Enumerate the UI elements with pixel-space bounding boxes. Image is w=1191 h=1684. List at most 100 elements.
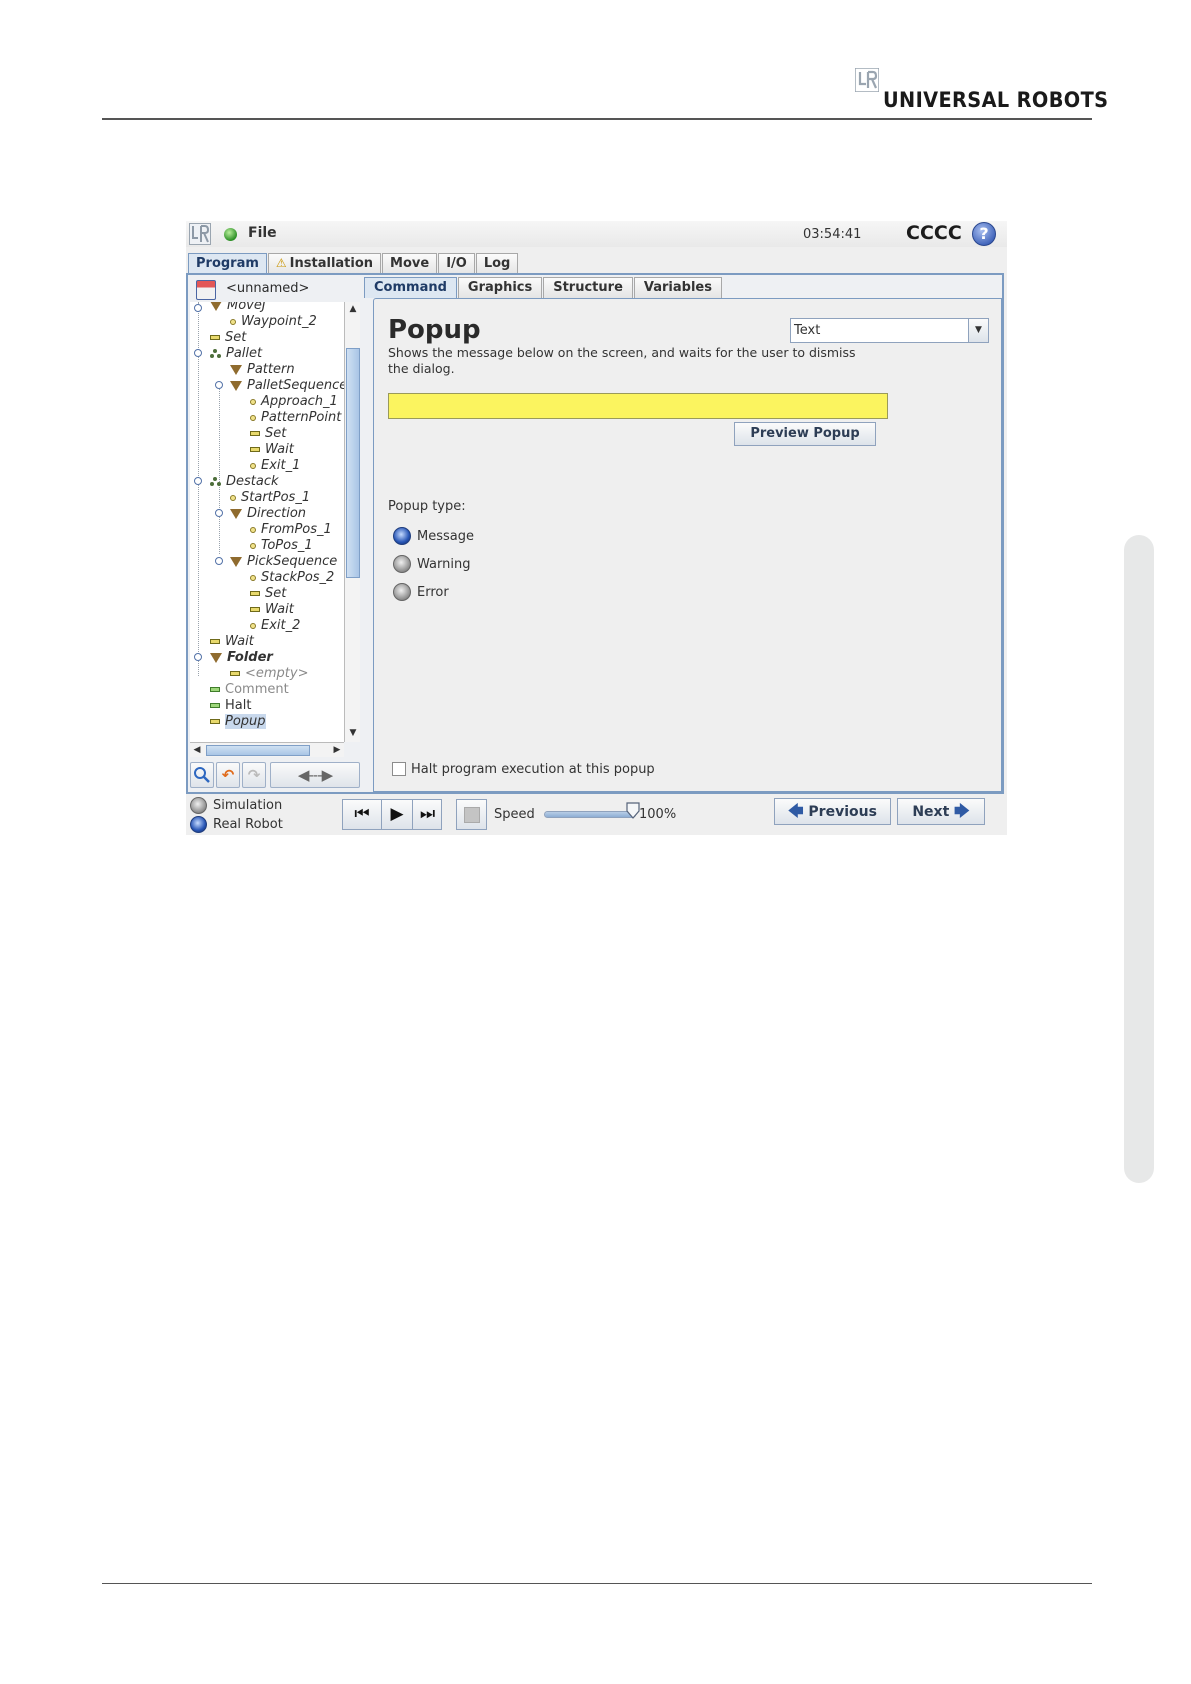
sequence-icon	[230, 556, 242, 567]
tab-structure[interactable]: Structure	[543, 277, 633, 298]
scroll-right-icon[interactable]: ▶	[330, 743, 344, 758]
tree-node[interactable]: ToPos_1	[250, 538, 313, 554]
tree-node[interactable]: Wait	[250, 442, 294, 458]
expand-toggle-icon[interactable]	[215, 509, 223, 517]
tab-graphics[interactable]: Graphics	[457, 277, 543, 298]
tree-node[interactable]: PalletSequence	[230, 378, 344, 394]
tree-node[interactable]: Halt	[210, 698, 251, 714]
expand-toggle-icon[interactable]	[194, 304, 202, 312]
tab-command[interactable]: Command	[364, 277, 457, 298]
next-button[interactable]: Next 🡆	[897, 798, 985, 825]
scroll-left-icon[interactable]: ◀	[190, 743, 204, 758]
clock: 03:54:41	[803, 227, 862, 242]
tab-program[interactable]: Program	[188, 253, 267, 273]
halt-checkbox[interactable]	[392, 762, 406, 776]
tab-io[interactable]: I/O	[438, 253, 475, 273]
tree-node[interactable]: Destack	[210, 474, 279, 490]
tree-node[interactable]: Pallet	[210, 346, 262, 362]
expand-toggle-icon[interactable]	[215, 381, 223, 389]
tree-node[interactable]: Approach_1	[250, 394, 338, 410]
tree-node-selected[interactable]: Popup	[210, 714, 266, 730]
undo-icon: ↶	[221, 766, 235, 784]
tab-variables[interactable]: Variables	[633, 277, 722, 298]
save-icon[interactable]	[196, 280, 216, 300]
tree-node-label: Halt	[225, 698, 252, 713]
tree-node[interactable]: Set	[250, 426, 286, 442]
tree-node[interactable]: Wait	[210, 634, 254, 650]
message-type-select[interactable]: Text ▼	[790, 318, 989, 343]
tree-node[interactable]: <empty>	[230, 666, 309, 682]
popup-message-input[interactable]	[388, 393, 888, 419]
scroll-down-icon[interactable]: ▼	[345, 726, 361, 740]
radio-unselected-icon[interactable]	[393, 583, 411, 601]
step-button[interactable]: ⏭	[412, 800, 442, 829]
rewind-button[interactable]: ⏮	[343, 800, 381, 829]
preview-popup-button[interactable]: Preview Popup	[734, 422, 876, 446]
radio-selected-icon[interactable]	[190, 816, 207, 833]
tree-node[interactable]: FromPos_1	[250, 522, 332, 538]
expand-toggle-icon[interactable]	[194, 349, 202, 357]
tree-node[interactable]: Pattern	[230, 362, 295, 378]
popup-type-message[interactable]: Message	[393, 526, 474, 546]
undo-button[interactable]: ↶	[216, 762, 240, 788]
tree-node[interactable]: Waypoint_2	[230, 314, 317, 330]
tree-node[interactable]: PatternPoint	[250, 410, 341, 426]
tree-node[interactable]: StackPos_2	[250, 570, 334, 586]
halt-on-popup-option[interactable]: Halt program execution at this popup	[392, 760, 655, 778]
redo-button[interactable]: ↷	[242, 762, 266, 788]
tree-node[interactable]: Exit_1	[250, 458, 300, 474]
pallet-icon	[210, 349, 221, 358]
tree-node[interactable]: Set	[250, 586, 286, 602]
mode-simulation[interactable]: Simulation	[190, 796, 282, 815]
speed-slider-handle-icon[interactable]	[626, 802, 640, 819]
expand-toggle-icon[interactable]	[194, 653, 202, 661]
previous-button[interactable]: 🡄 Previous	[774, 798, 891, 825]
expand-toggle-icon[interactable]	[215, 557, 223, 565]
tab-move[interactable]: Move	[382, 253, 438, 273]
tree-node[interactable]: StartPos_1	[230, 490, 310, 506]
speed-slider[interactable]	[544, 811, 636, 818]
radio-unselected-icon[interactable]	[190, 797, 207, 814]
tree-horizontal-scrollbar[interactable]: ◀ ▶	[190, 742, 344, 757]
tree-node[interactable]: Set	[210, 330, 246, 346]
popup-type-warning[interactable]: Warning	[393, 554, 470, 574]
page-side-tab	[1124, 535, 1154, 1183]
program-name: <unnamed>	[226, 281, 310, 296]
popup-type-error-label: Error	[417, 584, 449, 600]
file-menu[interactable]: File	[248, 225, 277, 241]
tree-node[interactable]: Exit_2	[250, 618, 300, 634]
tree-node[interactable]: MoveJ	[210, 302, 266, 314]
mode-real-robot-label: Real Robot	[213, 817, 283, 832]
move-node-button[interactable]: ◀---▶	[270, 762, 360, 788]
radio-unselected-icon[interactable]	[393, 555, 411, 573]
scrollbar-thumb[interactable]	[346, 348, 360, 578]
popup-type-label: Popup type:	[388, 499, 466, 514]
main-tab-bar: Program ⚠ Installation Move I/O Log	[188, 253, 519, 273]
mode-real-robot[interactable]: Real Robot	[190, 815, 283, 834]
tree-guide	[198, 302, 199, 676]
play-button[interactable]: ▶	[381, 800, 412, 829]
popup-type-error[interactable]: Error	[393, 582, 449, 602]
program-tree[interactable]: MoveJ Waypoint_2 Set Pallet Pattern Pall…	[190, 302, 344, 742]
stop-button[interactable]	[456, 799, 487, 830]
tree-node[interactable]: Comment	[210, 682, 289, 698]
tree-node[interactable]: Folder	[210, 650, 273, 666]
scrollbar-thumb[interactable]	[206, 745, 310, 756]
tree-node[interactable]: PickSequence	[230, 554, 337, 570]
waypoint-icon	[250, 542, 256, 549]
tab-move-label: Move	[390, 256, 430, 271]
chevron-down-icon[interactable]: ▼	[968, 319, 988, 342]
search-button[interactable]	[190, 762, 214, 788]
tree-vertical-scrollbar[interactable]: ▲ ▼	[344, 302, 360, 742]
scroll-up-icon[interactable]: ▲	[345, 302, 361, 316]
radio-selected-icon[interactable]	[393, 527, 411, 545]
tree-node[interactable]: Wait	[250, 602, 294, 618]
tree-node-label: FromPos_1	[261, 522, 332, 537]
help-icon[interactable]: ?	[972, 222, 996, 246]
node-tab-bar: Command Graphics Structure Variables	[364, 277, 722, 298]
expand-toggle-icon[interactable]	[194, 477, 202, 485]
tree-node[interactable]: Direction	[230, 506, 306, 522]
tab-installation[interactable]: ⚠ Installation	[267, 253, 382, 273]
tab-log[interactable]: Log	[475, 253, 519, 273]
speed-label: Speed	[494, 807, 535, 822]
